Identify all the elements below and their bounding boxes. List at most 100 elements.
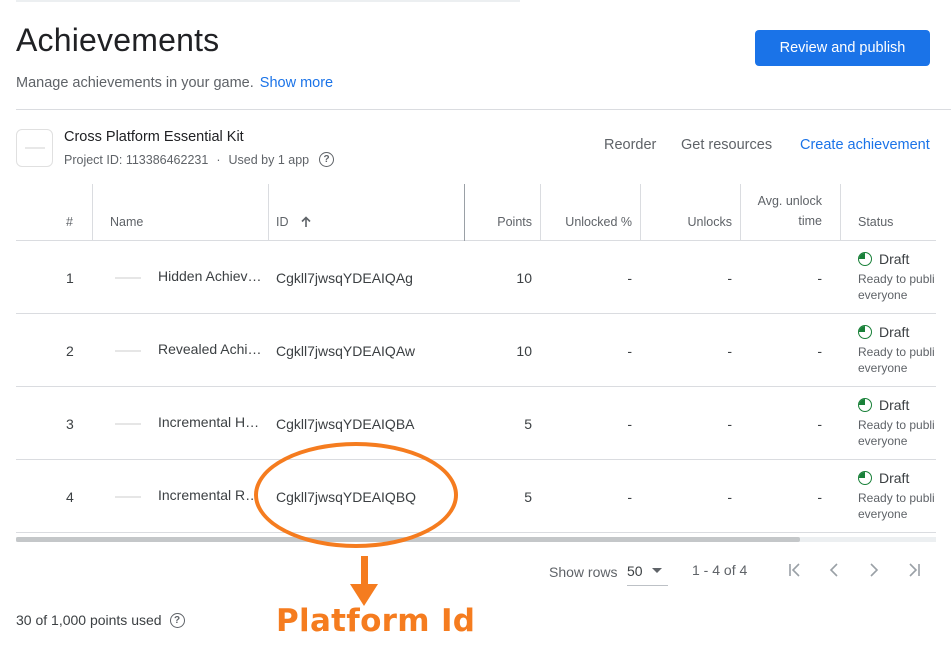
table-row[interactable]: 4 Incremental R… Cgkll7jwsqYDEAIQBQ 5- - - Dra… [16, 460, 936, 533]
subtitle-text: Manage achievements in your game. [16, 75, 254, 91]
status-description-line2: everyone [858, 507, 908, 521]
column-separator [268, 184, 269, 241]
column-separator [464, 184, 465, 241]
row-number: 4 [66, 489, 74, 505]
status-cell: Draft Ready to publi everyone [858, 251, 936, 303]
last-page-button[interactable] [901, 558, 927, 582]
achievement-points: 10 [516, 343, 532, 359]
meta-separator: · [216, 152, 221, 167]
reorder-button[interactable]: Reorder [604, 137, 656, 153]
achievement-icon [115, 423, 141, 425]
status-description-line2: everyone [858, 434, 908, 448]
review-and-publish-button[interactable]: Review and publish [755, 30, 930, 66]
create-achievement-button[interactable]: Create achievement [800, 137, 930, 153]
achievement-avg-unlock-time: - [817, 416, 822, 432]
row-number: 1 [66, 270, 74, 286]
column-separator [640, 184, 641, 241]
status-cell: Draft Ready to publi everyone [858, 470, 936, 522]
previous-page-button[interactable] [821, 558, 847, 582]
first-page-button[interactable] [782, 558, 808, 582]
column-header-status: Status [858, 215, 894, 229]
status-description-line1: Ready to publi [858, 345, 935, 359]
project-name: Cross Platform Essential Kit [64, 129, 244, 145]
achievement-unlocks: - [727, 416, 732, 432]
annotation-arrow-shaft [361, 556, 368, 586]
show-rows-label: Show rows [549, 564, 618, 580]
annotation-highlight-ellipse [254, 442, 458, 548]
column-header-unlocks[interactable]: Unlocks [646, 184, 732, 241]
achievement-icon [115, 496, 141, 498]
achievement-points: 5 [524, 416, 532, 432]
status-description-line1: Ready to publi [858, 418, 935, 432]
column-header-points[interactable]: Points [466, 184, 532, 241]
achievement-avg-unlock-time: - [817, 343, 822, 359]
column-header-unlocked-pct[interactable]: Unlocked % [546, 184, 632, 241]
table-header: # Name ID Points Unlocked % Unlocks Avg.… [16, 184, 936, 241]
column-separator [540, 184, 541, 241]
column-separator [840, 184, 841, 241]
achievement-icon [115, 277, 141, 279]
project-meta: Project ID: 113386462231 · Used by 1 app… [64, 152, 335, 167]
achievements-table: # Name ID Points Unlocked % Unlocks Avg.… [16, 184, 936, 533]
last-page-icon [909, 563, 920, 577]
achievement-unlocked-pct: - [627, 343, 632, 359]
achievement-points: 10 [516, 270, 532, 286]
get-resources-button[interactable]: Get resources [681, 137, 772, 153]
achievement-unlocks: - [727, 343, 732, 359]
achievement-name[interactable]: Hidden Achiev… [158, 268, 263, 284]
page-title: Achievements [16, 22, 220, 58]
achievement-points: 5 [524, 489, 532, 505]
status-label: Draft [879, 397, 910, 413]
column-header-id[interactable]: ID [276, 184, 313, 241]
achievement-unlocked-pct: - [627, 416, 632, 432]
rows-per-page-select[interactable]: 50 [627, 560, 668, 586]
chevron-left-icon [829, 563, 838, 577]
status-description-line2: everyone [858, 288, 908, 302]
top-divider [16, 0, 520, 2]
draft-status-icon [858, 398, 872, 412]
next-page-button[interactable] [861, 558, 887, 582]
project-id: Project ID: 113386462231 [64, 152, 209, 167]
first-page-icon [789, 563, 800, 577]
section-divider [16, 109, 951, 110]
status-description-line2: everyone [858, 361, 908, 375]
achievement-name[interactable]: Incremental H… [158, 414, 263, 430]
help-circle-icon[interactable]: ? [169, 612, 185, 628]
column-separator [740, 184, 741, 241]
achievement-name[interactable]: Incremental R… [158, 487, 263, 503]
draft-status-icon [858, 252, 872, 266]
rows-per-page-value: 50 [627, 563, 643, 579]
status-description-line1: Ready to publi [858, 491, 935, 505]
column-header-avg-unlock-time[interactable]: Avg. unlock time [746, 184, 822, 241]
achievement-id: Cgkll7jwsqYDEAIQAw [276, 343, 416, 359]
row-number: 3 [66, 416, 74, 432]
achievement-avg-unlock-time: - [817, 489, 822, 505]
avg-unlock-line2: time [798, 214, 822, 228]
achievement-id: Cgkll7jwsqYDEAIQAg [276, 270, 413, 286]
achievement-name[interactable]: Revealed Achi… [158, 341, 263, 357]
project-icon [16, 129, 53, 167]
achievement-unlocked-pct: - [627, 270, 632, 286]
status-cell: Draft Ready to publi everyone [858, 324, 936, 376]
chevron-right-icon [870, 563, 879, 577]
column-header-name[interactable]: Name [110, 184, 143, 241]
achievement-unlocks: - [727, 489, 732, 505]
achievement-id: Cgkll7jwsqYDEAIQBA [276, 416, 415, 432]
page-subtitle: Manage achievements in your game. Show mo… [16, 75, 333, 91]
pagination-range: 1 - 4 of 4 [692, 562, 748, 578]
column-header-number: # [66, 215, 73, 229]
table-row[interactable]: 1 Hidden Achiev… Cgkll7jwsqYDEAIQAg 10 - - - Dr… [16, 241, 936, 314]
help-circle-icon[interactable]: ? [319, 152, 335, 167]
table-row[interactable]: 2 Revealed Achi… Cgkll7jwsqYDEAIQAw 10 - - - Dr… [16, 314, 936, 387]
draft-status-icon [858, 325, 872, 339]
dropdown-arrow-icon [652, 568, 662, 573]
column-separator [92, 184, 93, 241]
achievement-unlocked-pct: - [627, 489, 632, 505]
status-label: Draft [879, 470, 910, 486]
used-by-text: Used by 1 app [228, 152, 310, 167]
table-row[interactable]: 3 Incremental H… Cgkll7jwsqYDEAIQBA 5 - - - Dra… [16, 387, 936, 460]
show-more-link[interactable]: Show more [260, 75, 333, 91]
annotation-label: Platform Id [276, 603, 476, 639]
points-used: 30 of 1,000 points used ? [16, 612, 185, 628]
achievement-avg-unlock-time: - [817, 270, 822, 286]
